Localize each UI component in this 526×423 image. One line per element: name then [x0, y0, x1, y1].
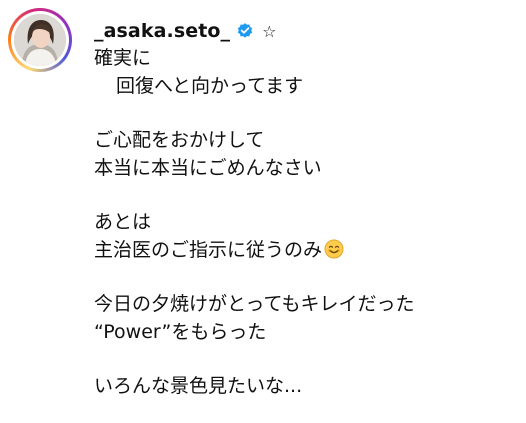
- avatar-gap: [11, 11, 69, 69]
- caption-line: 確実に: [94, 47, 152, 69]
- caption-line: あとは: [94, 211, 152, 233]
- verified-badge-icon: [236, 22, 254, 40]
- caption-text: 主治医のご指示に従うのみ: [94, 239, 323, 261]
- instagram-post: _asaka.seto_ ☆ 確実に 回復へと向かってます ご心配をおかけして …: [0, 0, 526, 423]
- username-link[interactable]: _asaka.seto_: [94, 20, 230, 42]
- caption-line: 回復へと向かってます: [116, 75, 304, 97]
- star-symbol: ☆: [262, 21, 277, 41]
- caption-line: ご心配をおかけして: [94, 129, 265, 151]
- caption-line-with-emoji: 主治医のご指示に従うのみ: [94, 236, 514, 264]
- avatar[interactable]: [14, 14, 66, 66]
- caption-line: 本当に本当にごめんなさい: [94, 157, 322, 179]
- caption-line: いろんな景色見たいな...: [94, 375, 303, 397]
- post-header: _asaka.seto_ ☆: [94, 17, 277, 45]
- post-caption: 確実に 回復へと向かってます ご心配をおかけして 本当に本当にごめんなさい あと…: [94, 44, 514, 400]
- story-ring[interactable]: [8, 8, 72, 72]
- caption-line: “Power”をもらった: [94, 321, 267, 343]
- profile-photo: [14, 14, 66, 66]
- smiling-face-with-smiling-eyes-icon: [324, 239, 344, 259]
- caption-line: 今日の夕焼けがとってもキレイだった: [94, 293, 415, 315]
